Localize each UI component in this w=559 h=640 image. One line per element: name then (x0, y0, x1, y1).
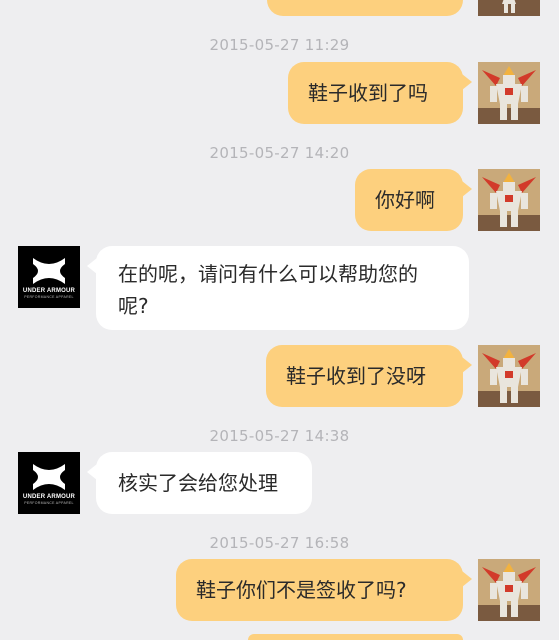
brand-tagline: PERFORMANCE APPAREL (24, 500, 74, 505)
avatar-me-partial-top[interactable] (478, 0, 540, 16)
robot-figure-avatar-icon (478, 0, 540, 16)
message-text: 你好啊 (375, 188, 435, 212)
avatar-other[interactable]: UNDER ARMOUR PERFORMANCE APPAREL (18, 452, 80, 514)
message-bubble-sent[interactable]: 你好啊 (355, 169, 463, 231)
timestamp: 2015-05-27 11:29 (209, 36, 350, 54)
message-text: 鞋子收到了吗 (308, 81, 428, 105)
message-bubble-received[interactable]: 在的呢，请问有什么可以帮助您的 呢? (96, 246, 469, 330)
brand-name: UNDER ARMOUR (22, 287, 76, 294)
message-text: 核实了会给您处理 (118, 471, 278, 495)
robot-figure-avatar-icon (478, 345, 540, 407)
avatar-me[interactable] (478, 345, 540, 407)
robot-figure-avatar-icon (478, 169, 540, 231)
bubble-tail (462, 357, 472, 373)
robot-figure-avatar-icon (478, 559, 540, 621)
timestamp: 2015-05-27 14:20 (209, 144, 350, 162)
message-text: 鞋子你们不是签收了吗? (196, 578, 407, 602)
avatar-other[interactable]: UNDER ARMOUR PERFORMANCE APPAREL (18, 246, 80, 308)
message-bubble-sent[interactable]: 鞋子你们不是签收了吗? (176, 559, 463, 621)
robot-figure-avatar-icon (478, 62, 540, 124)
message-text-line: 呢? (118, 294, 149, 318)
message-bubble-sent[interactable]: 鞋子收到了没呀 (266, 345, 463, 407)
brand-name: UNDER ARMOUR (22, 493, 76, 500)
avatar-me[interactable] (478, 62, 540, 124)
timestamp: 2015-05-27 14:38 (209, 427, 350, 445)
message-bubble-received[interactable]: 核实了会给您处理 (96, 452, 312, 514)
message-bubble-partial-top[interactable] (267, 0, 463, 16)
under-armour-logo-icon (33, 463, 65, 490)
bubble-tail (462, 571, 472, 587)
under-armour-logo-icon (33, 257, 65, 284)
bubble-tail (462, 181, 472, 197)
message-text-line: 在的呢，请问有什么可以帮助您的 (118, 262, 418, 286)
avatar-me[interactable] (478, 559, 540, 621)
avatar-me[interactable] (478, 169, 540, 231)
message-bubble-sent[interactable]: 鞋子收到了吗 (288, 62, 463, 124)
message-bubble-partial-bottom[interactable] (248, 634, 463, 640)
message-text: 鞋子收到了没呀 (286, 364, 426, 388)
bubble-tail (462, 74, 472, 90)
brand-tagline: PERFORMANCE APPAREL (24, 294, 74, 299)
timestamp: 2015-05-27 16:58 (209, 534, 350, 552)
